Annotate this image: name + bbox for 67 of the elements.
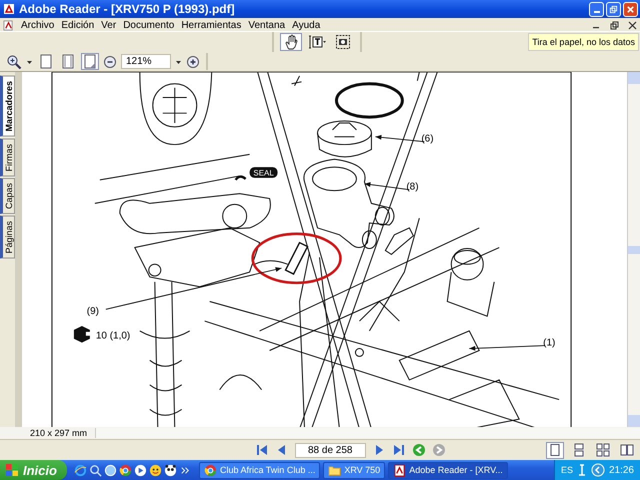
windows-logo-icon — [5, 463, 19, 477]
side-tab[interactable]: Marcadores — [0, 76, 15, 137]
last-page-icon[interactable] — [392, 443, 406, 457]
pdf-icon — [3, 3, 15, 15]
text-select-icon — [308, 34, 326, 50]
chevron-icon[interactable] — [590, 463, 605, 477]
menu-item[interactable]: Edición — [61, 20, 94, 30]
tooltip: Tira el papel, no los datos — [528, 33, 639, 51]
callout-label: (8) — [406, 182, 419, 193]
close-icon — [626, 4, 635, 14]
clock: 21:26 — [608, 464, 634, 476]
menu-item[interactable]: Archivo — [21, 20, 54, 30]
page-view-button[interactable] — [81, 53, 99, 70]
zoom-in-icon[interactable] — [6, 54, 22, 70]
media-player-icon[interactable] — [134, 464, 147, 476]
side-tab[interactable]: Firmas — [0, 138, 15, 176]
layout-icon — [548, 443, 562, 457]
menu-item[interactable]: Ver — [101, 20, 116, 30]
callout-label: (9) — [86, 306, 99, 318]
taskbar-button[interactable]: Club Africa Twin Club ... — [198, 462, 320, 478]
menu-item[interactable]: Ventana — [248, 20, 286, 30]
taskbar-button[interactable]: Adobe Reader - [XRV... — [388, 462, 508, 478]
wrench-icon — [74, 326, 90, 343]
smiley-icon[interactable] — [148, 464, 162, 476]
side-tab[interactable]: Páginas — [0, 216, 15, 259]
minimize-icon — [594, 10, 600, 12]
back-icon[interactable] — [412, 443, 426, 457]
camera-icon — [335, 34, 351, 50]
layout-button[interactable] — [546, 442, 564, 458]
search-icon[interactable] — [88, 464, 102, 476]
panda-icon[interactable] — [164, 464, 177, 476]
close-icon[interactable] — [628, 20, 637, 30]
scroll-bar[interactable] — [95, 428, 640, 438]
layout-icon — [596, 443, 610, 457]
browser-icon[interactable] — [74, 464, 87, 476]
layout-icon — [620, 443, 634, 457]
chrome-icon[interactable] — [118, 464, 132, 476]
callout-label: (1) — [543, 338, 556, 349]
layout-button[interactable] — [594, 442, 612, 458]
minimize-button[interactable] — [589, 2, 604, 16]
page-icon — [84, 54, 96, 69]
window-title: Adobe Reader - [XRV750 P (1993).pdf] — [19, 2, 235, 16]
zoom-field[interactable]: 121% — [121, 54, 171, 69]
hand-icon — [283, 34, 299, 50]
zoom-out-icon[interactable] — [103, 54, 117, 68]
page-icon — [62, 54, 74, 69]
taskbar-button[interactable]: XRV 750 — [323, 462, 386, 478]
first-page-icon[interactable] — [255, 443, 269, 457]
pdf-icon — [393, 464, 406, 476]
menu-item[interactable]: Ayuda — [292, 20, 320, 30]
tool-button[interactable] — [280, 33, 302, 51]
page-size-label: 210 x 297 mm — [29, 428, 88, 438]
folder-icon — [328, 464, 342, 476]
page-icon — [40, 54, 52, 69]
zoom-in-icon[interactable] — [186, 54, 200, 68]
restore-button[interactable] — [606, 2, 621, 16]
side-tab[interactable]: Capas — [0, 178, 15, 214]
menu-item[interactable]: Documento — [123, 20, 174, 30]
page-number-field[interactable]: 88 de 258 — [295, 442, 366, 458]
menu-item[interactable]: Herramientas — [181, 20, 242, 30]
layout-button[interactable] — [618, 442, 636, 458]
chrome-icon — [204, 464, 217, 476]
torque-label: 10 (1,0) — [96, 330, 130, 342]
layout-icon — [572, 443, 586, 457]
scroll-bar[interactable] — [627, 72, 640, 427]
callout-label: (6) — [421, 134, 434, 145]
close-button[interactable] — [623, 2, 638, 16]
